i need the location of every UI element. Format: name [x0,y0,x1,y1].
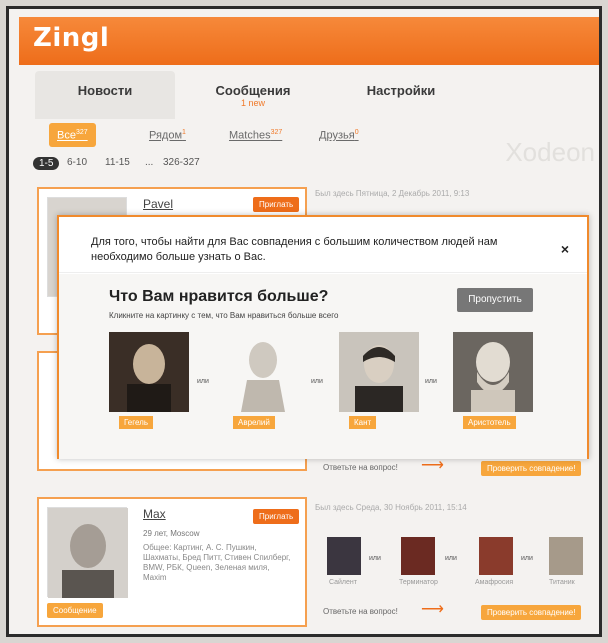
portrait-image [109,332,189,412]
modal-body: Что Вам нравится больше? Кликните на кар… [59,274,587,459]
preference-modal: Для того, чтобы найти для Вас совпадения… [57,215,589,459]
background-heading: Xodeon [505,137,595,167]
last-visit-text: Был здесь Пятница, 2 Декабрь 2011, 9:13 [315,189,470,198]
choice-thumbnail[interactable] [401,537,435,575]
choice-kant[interactable]: Кант [339,332,419,434]
logo[interactable]: Zingl [33,23,109,53]
thumbnail-label: Титаник [549,579,575,586]
tab-settings[interactable]: Настройки [331,71,471,119]
choice-label: Аврелий [233,416,275,429]
common-interests: Общее: Картинг, А. С. Пушкин, Шахматы, Б… [143,543,291,582]
choice-aristotle[interactable]: Аристотель [453,332,533,434]
filter-friends[interactable]: Друзья0 [319,123,359,147]
invite-button[interactable]: Приглать [253,509,300,524]
answer-question-link[interactable]: Ответьте на вопрос! [323,463,398,472]
main-tabs: Новости Сообщения 1 new Настройки [35,71,555,119]
top-bar: Zingl [19,17,599,65]
close-icon[interactable]: × [561,241,569,257]
bust-image [453,332,533,412]
page-link[interactable]: 11-15 [105,157,130,168]
choice-label: Кант [349,416,377,429]
check-match-button[interactable]: Проверить совпадение! [481,605,582,620]
skip-button[interactable]: Пропустить [457,288,533,312]
question-hint: Кликните на картинку с тем, что Вам нрав… [109,311,339,320]
tab-new-badge: 1 new [240,98,266,108]
message-button[interactable]: Сообщение [47,603,103,618]
filter-matches[interactable]: Matches327 [229,123,282,147]
bust-image [223,332,303,412]
tab-label: Новости [77,83,133,98]
answer-question-link[interactable]: Ответьте на вопрос! [323,607,398,616]
modal-intro-text: Для того, чтобы найти для Вас совпадения… [91,236,498,263]
choice-aurelius[interactable]: Аврелий [223,332,303,434]
thumbnail-label: Сайлент [329,579,357,586]
choice-label: Аристотель [463,416,516,429]
tab-messages[interactable]: Сообщения 1 new [183,71,323,119]
page-ellipsis: ... [145,157,154,168]
check-match-button[interactable]: Проверить совпадение! [481,461,582,476]
invite-button[interactable]: Приглать [253,197,300,212]
profile-name-link[interactable]: Max [143,507,166,521]
or-separator: или [197,378,209,385]
avatar [47,507,128,598]
portrait-image [339,332,419,412]
page-link[interactable]: 326-327 [163,157,200,168]
page-link-active[interactable]: 1-5 [33,157,60,170]
screenshot-frame: Zingl Новости Сообщения 1 new Настройки … [6,6,602,637]
or-separator: или [445,555,457,562]
or-separator: или [521,555,533,562]
tab-label: Настройки [366,83,436,98]
tab-news[interactable]: Новости [35,71,175,119]
profile-card: Max Приглать 29 лет, Moscow Общее: Карти… [37,497,307,627]
thumbnail-label: Амафросия [475,579,514,586]
choice-thumbnail[interactable] [479,537,513,575]
last-visit-text: Был здесь Среда, 30 Ноябрь 2011, 15:14 [315,503,467,512]
or-separator: или [311,378,323,385]
filter-nearby[interactable]: Рядом1 [149,123,186,147]
choice-hegel[interactable]: Гегель [109,332,189,434]
face-photo [48,508,128,598]
age-city: 29 лет, Moscow [143,529,200,538]
page-link[interactable]: 6-10 [67,157,87,168]
profile-name-link[interactable]: Pavel [143,197,173,211]
choice-thumbnail[interactable] [327,537,361,575]
question-title: Что Вам нравится больше? [109,288,329,305]
choice-label: Гегель [119,416,154,429]
choice-thumbnail[interactable] [549,537,583,575]
tab-label: Сообщения [215,83,291,98]
or-separator: или [369,555,381,562]
or-separator: или [425,378,437,385]
arrow-right-icon: ⟶ [421,601,444,618]
modal-header: Для того, чтобы найти для Вас совпадения… [59,217,587,273]
filter-all[interactable]: Все327 [49,123,96,147]
thumbnail-label: Терминатор [399,579,438,586]
